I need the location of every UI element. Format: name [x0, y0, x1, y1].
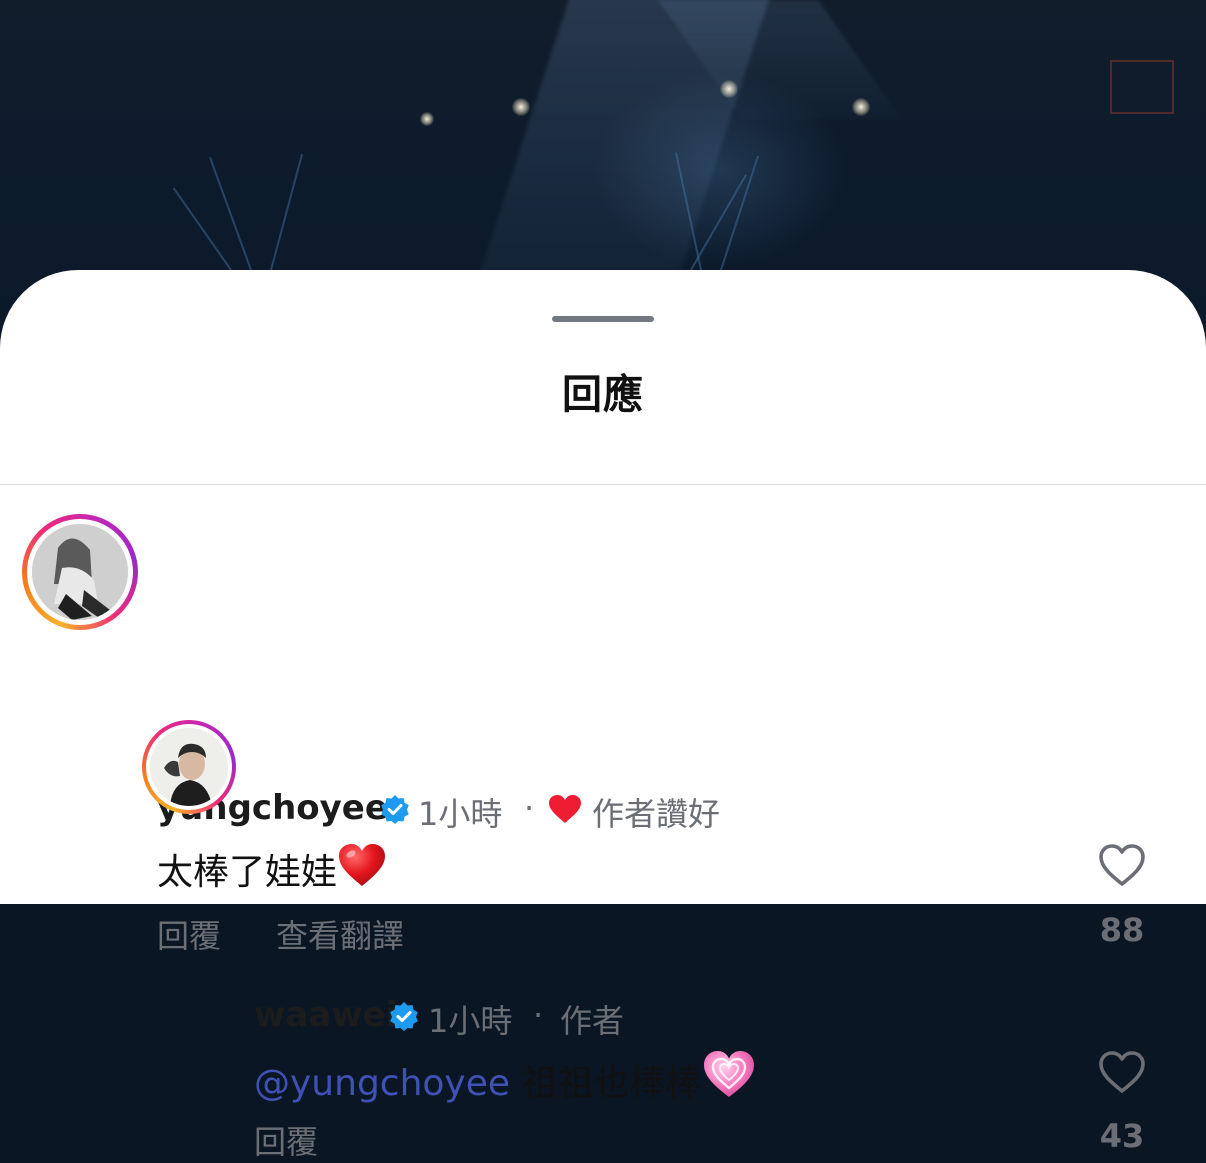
like-count: 88 [1099, 911, 1145, 949]
comment-text-content: 祖祖也棒棒 [521, 1063, 702, 1104]
comment-timestamp: 1小時 [428, 1002, 513, 1040]
like-heart-icon[interactable] [1097, 1049, 1147, 1095]
reply-button[interactable]: 回覆 [157, 911, 221, 957]
see-translation-button[interactable]: 查看翻譯 [276, 911, 404, 957]
meta-separator: · [533, 996, 544, 1034]
avatar[interactable] [142, 720, 236, 814]
comment-text: 太棒了娃娃 [157, 842, 387, 895]
author-label: 作者 [560, 1002, 625, 1040]
mention-link[interactable]: @yungchoyee [254, 1063, 510, 1104]
author-liked-heart-icon [549, 795, 581, 823]
comment-text: @yungchoyee 祖祖也棒棒 [254, 1049, 756, 1106]
reply-button[interactable]: 回覆 [254, 1117, 318, 1163]
avatar[interactable] [22, 514, 138, 630]
replies-sheet: 回應 yungchoyee 1小時 · 作者讚好 太棒了娃娃 回覆 查看翻譯 8… [0, 270, 1206, 1161]
comment-username[interactable]: waawei [254, 995, 397, 1035]
comment-timestamp: 1小時 [418, 795, 503, 833]
verified-badge-icon [381, 795, 409, 824]
like-count: 43 [1099, 1117, 1145, 1155]
verified-badge-icon [390, 1002, 418, 1031]
avatar-photo [150, 728, 228, 806]
author-liked-label: 作者讚好 [592, 795, 721, 833]
like-heart-icon[interactable] [1097, 842, 1147, 888]
red-heart-emoji-icon [339, 844, 386, 886]
comment-text-content: 太棒了娃娃 [157, 852, 338, 893]
growing-heart-emoji-icon [703, 1051, 754, 1097]
meta-separator: · [524, 789, 535, 827]
avatar-photo [32, 524, 128, 620]
sheet-title: 回應 [562, 372, 644, 418]
sheet-grabber-handle[interactable] [552, 316, 654, 322]
sheet-divider [0, 484, 1206, 485]
